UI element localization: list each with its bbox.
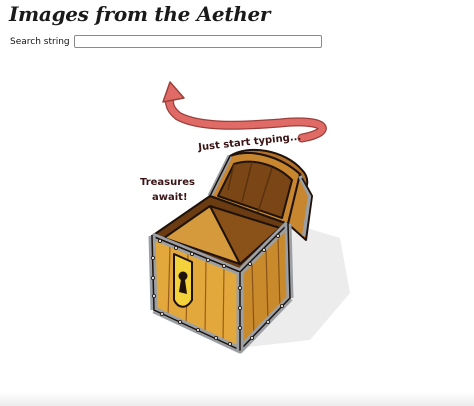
search-row: Search string (10, 35, 322, 48)
search-label: Search string (10, 36, 70, 47)
search-input[interactable] (73, 35, 322, 48)
window-bottom-edge (0, 392, 474, 406)
page-title: Images from the Aether (9, 2, 271, 26)
curved-arrow-icon (162, 81, 327, 143)
treasures-text-line2: await! (152, 192, 188, 203)
treasures-text-line1: Treasures (140, 177, 195, 188)
illustration: Just start typing... Treasures await! (140, 81, 350, 354)
